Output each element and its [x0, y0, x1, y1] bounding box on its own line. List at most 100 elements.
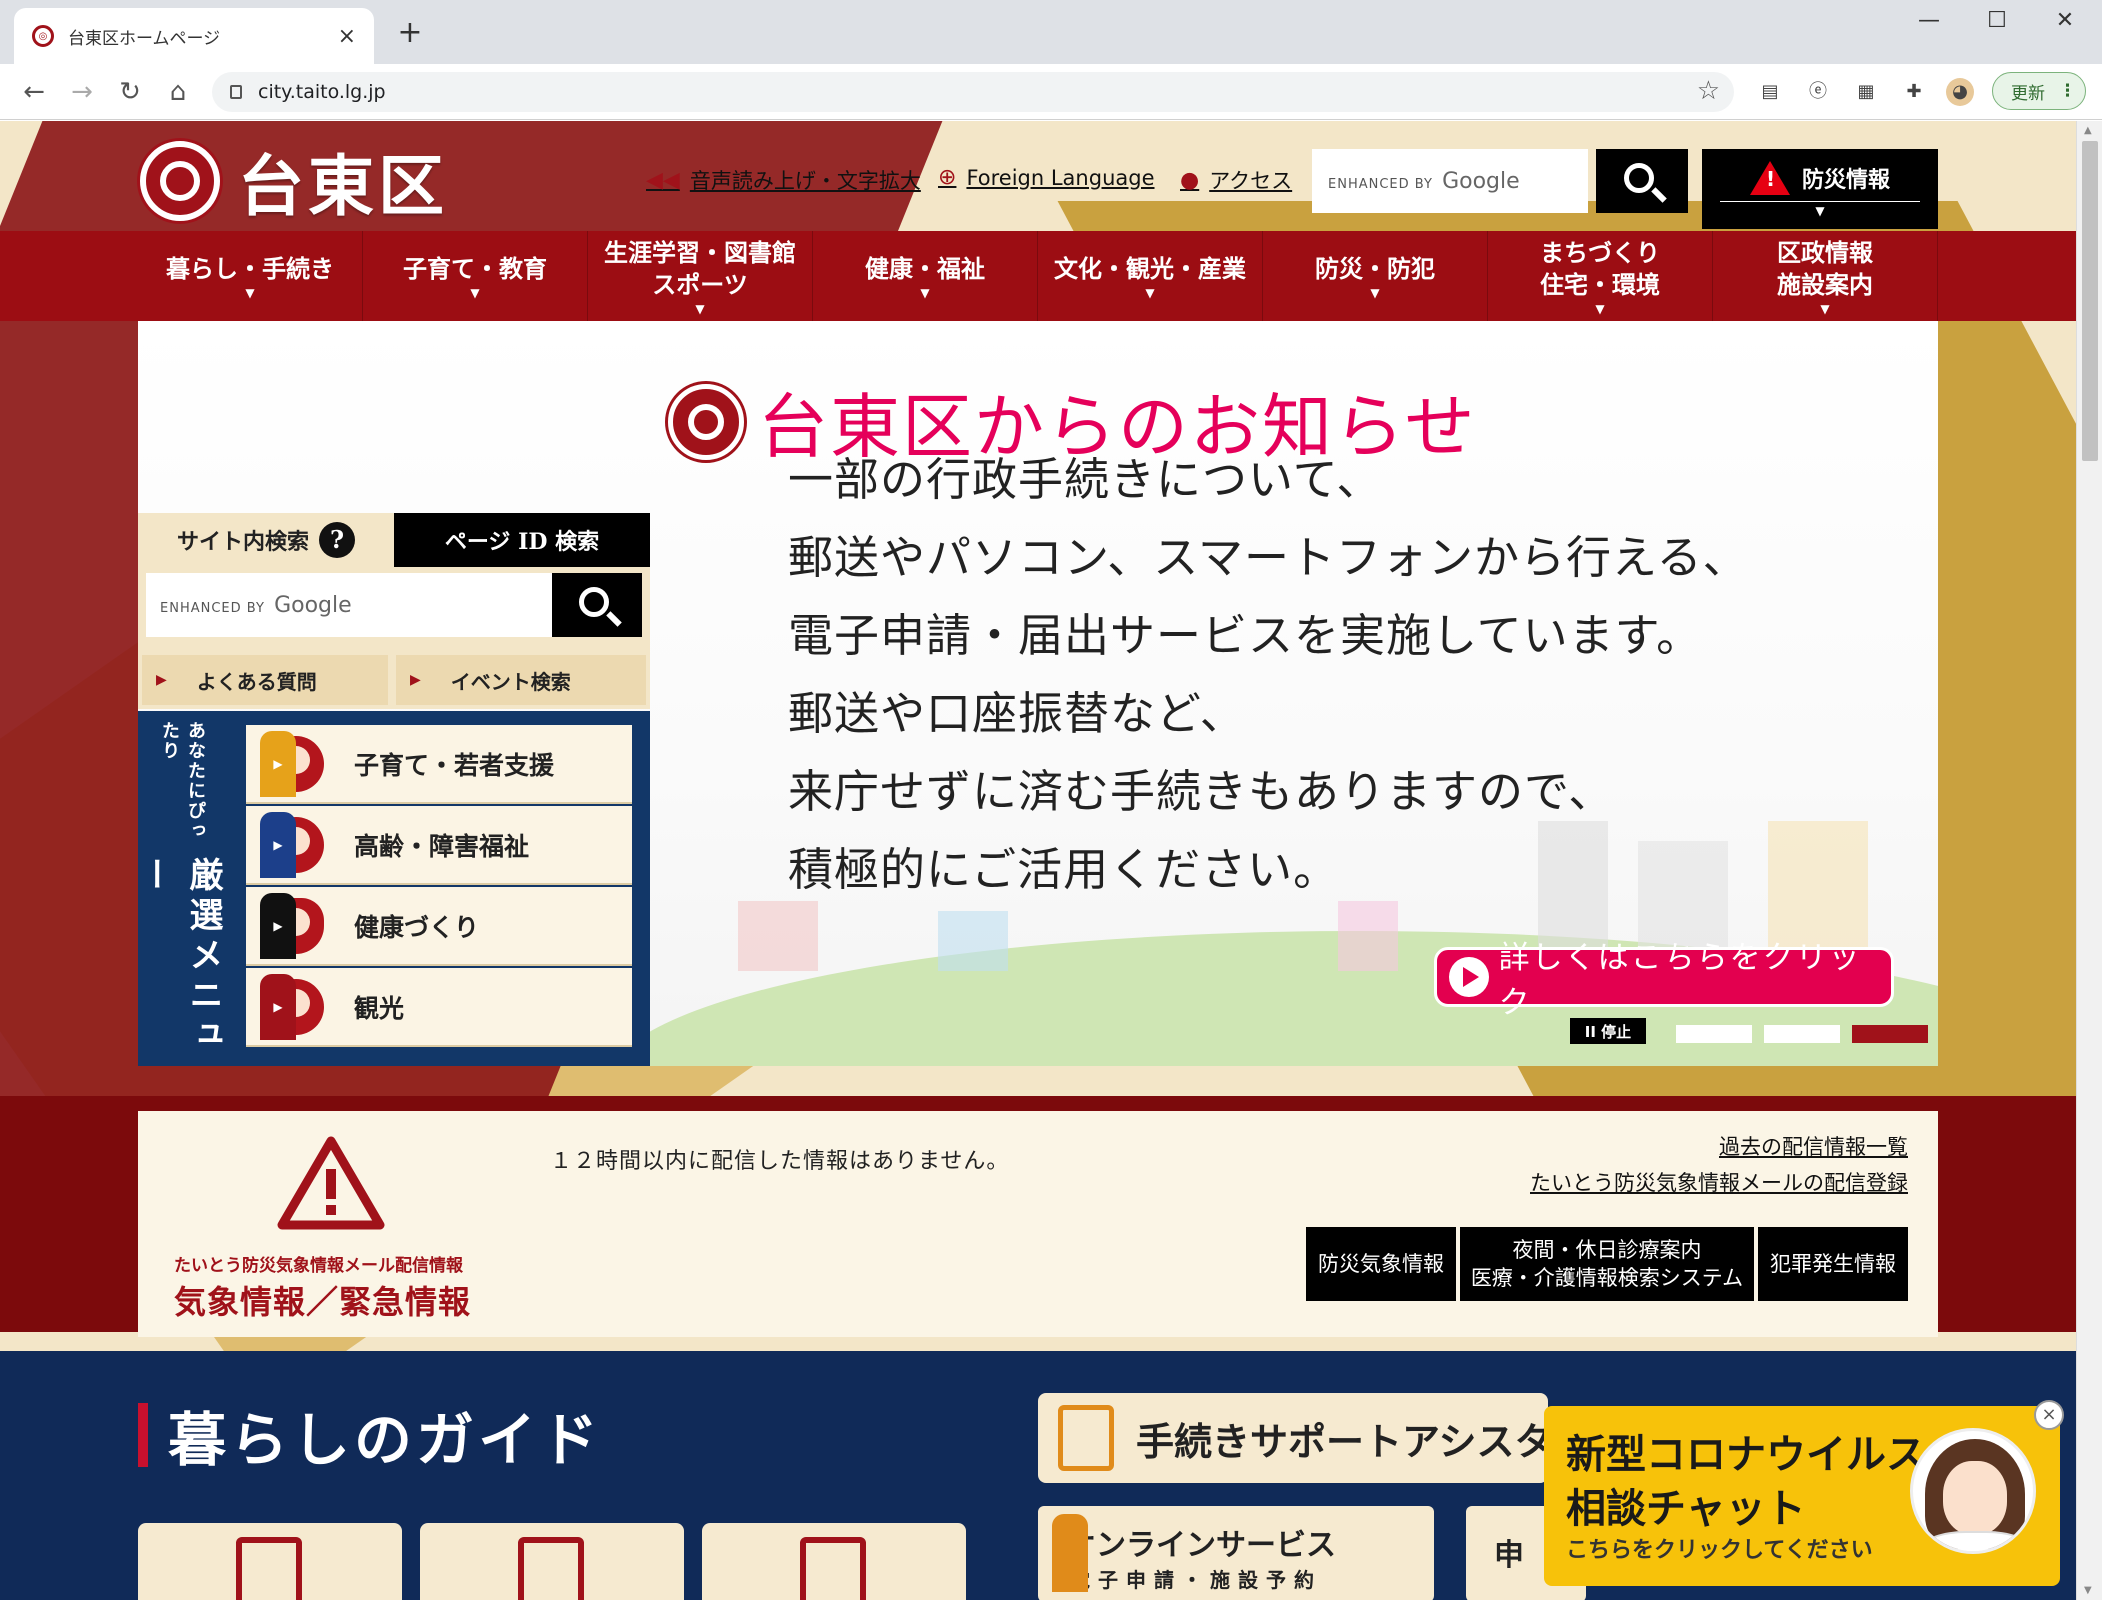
- foreign-language-link[interactable]: ⊕ Foreign Language: [938, 165, 1155, 190]
- scroll-up-icon[interactable]: ▲: [2084, 125, 2092, 136]
- voice-zoom-link[interactable]: ◀◀ 音声読み上げ・文字拡大: [646, 165, 921, 195]
- search-placeholder: ENHANCED BY Google: [160, 592, 352, 618]
- scrollbar-thumb[interactable]: [2082, 141, 2098, 461]
- menu-item-label: 観光: [354, 993, 405, 1023]
- page-scrollbar[interactable]: ▲ ▼: [2076, 121, 2102, 1600]
- online-service-title: オンラインサービス: [1066, 1528, 1336, 1563]
- event-search-link[interactable]: ▶ イベント検索: [392, 651, 650, 709]
- slider-dot-active[interactable]: [1852, 1025, 1928, 1043]
- nav-item-childcare[interactable]: 子育て・教育 ▼: [363, 231, 588, 321]
- medical-info-button[interactable]: 夜間・休日診療案内 医療・介護情報検索システム: [1460, 1227, 1754, 1301]
- procedure-assistant-label: 手続きサポートアシスタント: [1136, 1418, 1548, 1464]
- hero-details-label: 詳しくはこちらをクリック: [1498, 940, 1862, 1021]
- extension-game-icon[interactable]: ▦: [1852, 78, 1880, 106]
- bookmark-star-icon[interactable]: ☆: [1697, 76, 1720, 106]
- nav-item-learning[interactable]: 生涯学習・図書館 スポーツ ▼: [588, 231, 813, 321]
- chevron-down-icon: ▼: [1370, 286, 1380, 300]
- building-illustration: [738, 901, 818, 971]
- chevron-right-icon: ▶: [260, 731, 296, 797]
- tab-site-search[interactable]: サイト内検索?: [138, 513, 394, 567]
- faq-link[interactable]: ▶ よくある質問: [138, 651, 392, 709]
- extension-doc-icon[interactable]: ▤: [1756, 78, 1784, 106]
- procedure-assistant-button[interactable]: 手続きサポートアシスタント: [1038, 1393, 1548, 1483]
- slider-dot[interactable]: [1676, 1025, 1752, 1043]
- extensions-puzzle-icon[interactable]: ✚: [1900, 78, 1928, 106]
- slider-stop-button[interactable]: II 停止: [1570, 1018, 1646, 1044]
- alert-mail-register-link[interactable]: たいとう防災気象情報メールの配信登録: [1530, 1167, 1908, 1197]
- browser-tab[interactable]: ◎ 台東区ホームページ ×: [14, 8, 374, 64]
- hero-details-button[interactable]: 詳しくはこちらをクリック: [1434, 940, 1894, 1021]
- nav-item-disaster[interactable]: 防災・防犯 ▼: [1263, 231, 1488, 321]
- help-icon[interactable]: ?: [319, 522, 355, 558]
- menu-item-childcare[interactable]: 子育て・若者支援 ▶: [246, 725, 632, 804]
- site-search-input[interactable]: ENHANCED BY Google: [146, 573, 552, 637]
- online-service-button[interactable]: オンラインサービス 電子申請・施設予約: [1038, 1506, 1434, 1600]
- site-logo[interactable]: 台東区: [140, 133, 448, 229]
- nav-item-living[interactable]: 暮らし・手続き ▼: [138, 231, 363, 321]
- close-icon[interactable]: ×: [2034, 1400, 2064, 1430]
- menu-heading-small: あなたにぴったり: [159, 721, 206, 841]
- chevron-down-icon: ▼: [1815, 203, 1825, 218]
- site-name: 台東区: [238, 147, 448, 225]
- chevron-right-icon: ▶: [260, 893, 296, 959]
- minimize-icon[interactable]: —: [1906, 8, 1952, 33]
- page-viewport: 台東区 ◀◀ 音声読み上げ・文字拡大 ⊕ Foreign Language ● アクセ…: [0, 121, 2076, 1600]
- faq-label: よくある質問: [196, 669, 317, 694]
- building-illustration: [938, 911, 1008, 971]
- menu-heading-big: 厳選メニュー: [134, 857, 223, 1057]
- crime-info-button[interactable]: 犯罪発生情報: [1758, 1227, 1908, 1301]
- site-search-button[interactable]: [552, 573, 642, 637]
- guide-card-book[interactable]: [702, 1523, 966, 1600]
- profile-avatar-icon[interactable]: ◕: [1946, 78, 1974, 106]
- hero-line: 郵送や口座振替など、: [788, 687, 1246, 740]
- recommended-menu-heading: あなたにぴったり 厳選メニュー: [134, 721, 236, 1061]
- menu-item-tourism[interactable]: 観光 ▶: [246, 968, 632, 1047]
- new-tab-button[interactable]: +: [392, 16, 428, 52]
- past-alerts-link[interactable]: 過去の配信情報一覧: [1719, 1131, 1908, 1161]
- menu-item-label: 健康づくり: [354, 912, 480, 942]
- chevron-right-icon: ▶: [260, 812, 296, 878]
- reload-icon[interactable]: ↻: [112, 74, 148, 110]
- hero-line: 来庁せずに済む手続きもありますので、: [788, 765, 1615, 818]
- menu-item-label: 子育て・若者支援: [354, 750, 555, 780]
- disaster-info-button[interactable]: 防災情報 ▼: [1702, 149, 1938, 229]
- access-label: アクセス: [1209, 169, 1293, 193]
- site-search-form: ENHANCED BY Google: [138, 567, 650, 651]
- forward-icon[interactable]: →: [64, 74, 100, 110]
- nav-item-admin[interactable]: 区政情報 施設案内 ▼: [1713, 231, 1938, 321]
- extension-e-icon[interactable]: ⓔ: [1804, 78, 1832, 106]
- scroll-down-icon[interactable]: ▼: [2084, 1585, 2092, 1596]
- header-search-button[interactable]: [1596, 149, 1688, 213]
- home-icon[interactable]: ⌂: [160, 74, 196, 110]
- building-illustration: [1338, 901, 1398, 971]
- play-icon: [1449, 957, 1489, 997]
- chat-title: 新型コロナウイルス 相談チャット: [1566, 1431, 1926, 1532]
- address-bar[interactable]: city.taito.lg.jp ☆: [212, 72, 1734, 112]
- menu-item-elderly[interactable]: 高齢・障害福祉 ▶: [246, 806, 632, 885]
- nav-item-culture[interactable]: 文化・観光・産業 ▼: [1038, 231, 1263, 321]
- guide-card-moving[interactable]: [420, 1523, 684, 1600]
- tab-page-id-search[interactable]: ページ ID 検索: [394, 513, 650, 567]
- hero-line: 郵送やパソコン、スマートフォンから行える、: [788, 531, 1749, 584]
- hero-line: 一部の行政手続きについて、: [788, 453, 1383, 506]
- back-icon[interactable]: ←: [16, 74, 52, 110]
- close-window-icon[interactable]: ✕: [2042, 8, 2088, 33]
- chevron-down-icon: ▼: [470, 286, 480, 300]
- header-search-input[interactable]: ENHANCED BY Google: [1312, 149, 1588, 213]
- access-link[interactable]: ● アクセス: [1180, 165, 1292, 195]
- update-button[interactable]: 更新 ⋮: [1992, 72, 2086, 110]
- nav-item-town[interactable]: まちづくり 住宅・環境 ▼: [1488, 231, 1713, 321]
- weather-alert-panel: たいとう防災気象情報メール配信情報 気象情報／緊急情報 １２時間以内に配信した情…: [138, 1111, 1938, 1337]
- weather-info-button[interactable]: 防災気象情報: [1306, 1227, 1456, 1301]
- maximize-icon[interactable]: ☐: [1974, 8, 2020, 33]
- covid-chat-widget[interactable]: 新型コロナウイルス 相談チャット こちらをクリックしてください ×: [1544, 1400, 2064, 1586]
- slider-dot[interactable]: [1764, 1025, 1840, 1043]
- guide-card-garbage[interactable]: [138, 1523, 402, 1600]
- url-text: city.taito.lg.jp: [258, 81, 386, 103]
- nav-item-health[interactable]: 健康・福祉 ▼: [813, 231, 1038, 321]
- close-tab-icon[interactable]: ×: [338, 24, 356, 49]
- section-title: 暮らしのガイド: [138, 1393, 602, 1477]
- chevron-down-icon: ▼: [920, 286, 930, 300]
- menu-item-health[interactable]: 健康づくり ▶: [246, 887, 632, 966]
- chevron-down-icon: ▼: [1595, 302, 1605, 316]
